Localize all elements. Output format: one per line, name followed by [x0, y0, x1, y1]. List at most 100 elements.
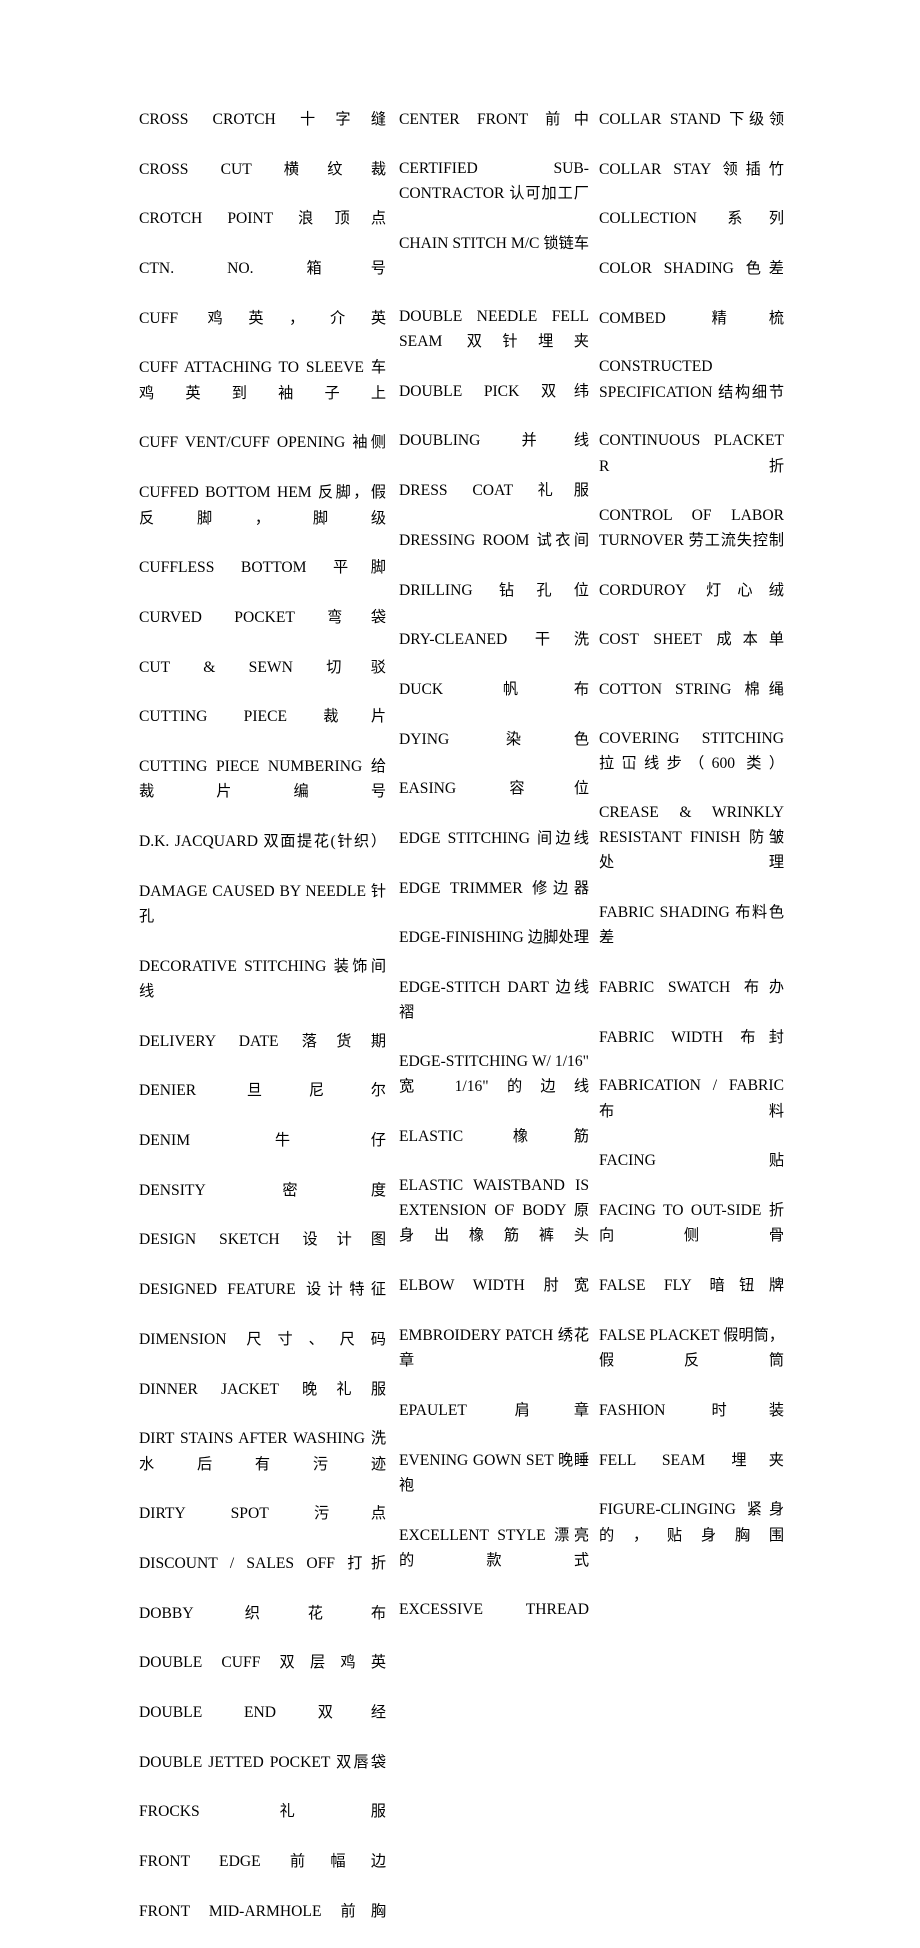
- chinese-gloss: 袖侧: [352, 433, 386, 452]
- chinese-gloss: 绣花章: [399, 1325, 589, 1370]
- chinese-gloss: 成本单: [716, 630, 785, 649]
- glossary-entry: COLLAR STAND 下级领: [599, 110, 784, 128]
- glossary-entry: EMBROIDERY PATCH 绣花章: [399, 1325, 589, 1370]
- glossary-entry: DOUBLING 并线: [399, 431, 590, 450]
- chinese-gloss: 落货期: [301, 1031, 386, 1050]
- chinese-gloss: 橡筋: [512, 1127, 589, 1146]
- glossary-entry: FRONT MID-ARMHOLE 前胸: [139, 1901, 386, 1920]
- chinese-gloss: 设计特征: [306, 1280, 387, 1299]
- glossary-entry: EXCESSIVE THREAD: [399, 1600, 589, 1618]
- chinese-gloss: 前幅边: [289, 1852, 386, 1871]
- chinese-gloss: 结构细节: [718, 382, 785, 401]
- chinese-gloss: 修边器: [532, 878, 589, 897]
- glossary-entry: FALSE FLY 暗钮牌: [599, 1276, 784, 1295]
- chinese-gloss: 旦尼尔: [246, 1081, 386, 1100]
- chinese-gloss: 双层鸡英: [279, 1653, 387, 1672]
- chinese-gloss: 织花布: [244, 1603, 386, 1622]
- glossary-entry: DOUBLE JETTED POCKET 双唇袋: [139, 1752, 386, 1771]
- glossary-entry: DIRTY SPOT 污点: [139, 1504, 387, 1523]
- glossary-entry: D.K. JACQUARD 双面提花(针织）: [139, 831, 387, 850]
- glossary-entry: CURVED POCKET 弯袋: [139, 607, 386, 626]
- chinese-gloss: 双纬: [540, 381, 589, 400]
- glossary-entry: DOUBLE NEEDLE FELL SEAM 双针埋夹: [399, 307, 589, 351]
- glossary-entry: ELASTIC WAISTBAND IS EXTENSION OF BODY 原…: [399, 1176, 589, 1245]
- chinese-gloss: 时装: [711, 1400, 785, 1419]
- chinese-gloss: 晚睡袍: [399, 1450, 589, 1494]
- chinese-gloss: 装饰间线: [139, 956, 387, 1001]
- chinese-gloss: 礼服: [279, 1802, 386, 1821]
- chinese-gloss: 贴: [768, 1151, 784, 1170]
- chinese-gloss: 双经: [317, 1703, 386, 1721]
- glossary-entry: CUFF VENT/CUFF OPENING 袖侧: [139, 433, 386, 452]
- glossary-entry: EASING 容位: [399, 779, 590, 798]
- chinese-gloss: 污点: [314, 1504, 387, 1523]
- glossary-entry: COVERING STITCHING 拉冚线步（600 类）: [599, 729, 785, 772]
- glossary-entry: DRY-CLEANED 干洗: [399, 630, 589, 649]
- chinese-gloss: 下级领: [729, 110, 784, 128]
- glossary-entry: DYING 染色: [399, 729, 590, 748]
- chinese-gloss: 色差: [745, 259, 784, 278]
- glossary-entry: ELASTIC 橡筋: [399, 1127, 589, 1146]
- glossary-entry: DENIM 牛仔: [139, 1131, 386, 1150]
- glossary-entry: COLLAR STAY 领插竹: [599, 159, 784, 178]
- chinese-gloss: 拉冚线步（: [599, 753, 712, 772]
- glossary-entry: DIRT STAINS AFTER WASHING 洗水后有污迹: [139, 1429, 386, 1473]
- chinese-gloss: 染色: [505, 729, 590, 748]
- glossary-entry: DRILLING 钻孔位: [399, 580, 589, 599]
- glossary-entry: CUFF ATTACHING TO SLEEVE 车鸡英到袖子上: [139, 358, 386, 402]
- chinese-gloss: 车鸡英到袖子上: [139, 358, 386, 402]
- chinese-gloss: 双唇袋: [336, 1752, 386, 1771]
- chinese-gloss: 埋夹: [731, 1450, 784, 1469]
- glossary-entry: CUTTING PIECE 裁片: [139, 707, 386, 726]
- chinese-gloss: 布料: [599, 1101, 784, 1120]
- glossary-entry: COTTON STRING 棉绳: [599, 679, 784, 698]
- document-page: CROSS CROTCH 十字缝 CROSS CUT 横纹裁 CROTCH POIN…: [0, 0, 920, 1920]
- glossary-entry: ELBOW WIDTH 肘宽: [399, 1276, 589, 1295]
- chinese-gloss: 反脚，假反脚，脚级: [139, 483, 387, 527]
- glossary-entry: CONSTRUCTED SPECIFICATION 结构细节: [599, 358, 785, 401]
- glossary-entry: DOUBLE END 双经: [139, 1703, 386, 1721]
- glossary-entry: EXCELLENT STYLE 漂亮的款式: [399, 1525, 590, 1569]
- chinese-gloss: 防皱处理: [599, 827, 784, 872]
- chinese-gloss: 原身出橡筋裤头: [399, 1201, 589, 1245]
- glossary-entry: CERTIFIED SUB-CONTRACTOR 认可加工厂: [399, 159, 589, 203]
- glossary-entry: FACING 贴: [599, 1151, 784, 1170]
- chinese-gloss: 容位: [509, 779, 590, 798]
- chinese-gloss: 间边线: [537, 828, 589, 847]
- glossary-entry: CROSS CROTCH 十字缝: [139, 110, 386, 128]
- glossary-column-2: CENTER FRONT 前中 CERTIFIED SUB-CONTRACTOR …: [399, 107, 589, 1646]
- glossary-entry: COMBED 精梳: [599, 308, 784, 327]
- glossary-entry: EDGE TRIMMER 修边器: [399, 878, 589, 897]
- chinese-gloss: 布封: [740, 1027, 784, 1046]
- chinese-gloss: 十字缝: [299, 110, 386, 128]
- glossary-entry: DOUBLE CUFF 双层鸡英: [139, 1653, 387, 1672]
- chinese-gloss: 帆布: [502, 679, 589, 698]
- chinese-gloss: 箱号: [306, 259, 386, 278]
- glossary-entry: EDGE-FINISHING 边脚处理: [399, 928, 590, 947]
- glossary-entry: CENTER FRONT 前中: [399, 110, 589, 128]
- chinese-gloss: 棉绳: [744, 679, 784, 698]
- chinese-gloss: 浪顶点: [298, 209, 386, 228]
- glossary-entry: CHAIN STITCH M/C 锁链车: [399, 233, 590, 252]
- chinese-gloss: 礼服: [537, 481, 589, 500]
- chinese-gloss: 紧身的，贴身胸围: [599, 1500, 785, 1544]
- glossary-entry: FABRIC SWATCH 布办: [599, 978, 785, 997]
- glossary-entry: DESIGNED FEATURE 设计特征: [139, 1280, 387, 1299]
- glossary-entry: FACING TO OUT-SIDE 折向侧骨: [599, 1201, 784, 1245]
- glossary-column-3: COLLAR STAND 下级领 COLLAR STAY 领插竹 COLLECTIO…: [599, 107, 784, 1572]
- chinese-gloss: 干洗: [534, 630, 589, 649]
- chinese-gloss: 鸡英，介英: [207, 308, 387, 327]
- chinese-gloss: 边线褶: [399, 978, 590, 1022]
- glossary-entry: CUFFLESS BOTTOM 平脚: [139, 558, 386, 577]
- chinese-gloss: 牛仔: [274, 1131, 386, 1150]
- glossary-entry: FELL SEAM 埋夹: [599, 1450, 784, 1469]
- glossary-entry: CONTROL OF LABOR TURNOVER 劳工流失控制: [599, 506, 785, 549]
- chinese-gloss: 针孔: [139, 881, 386, 925]
- chinese-gloss: 系列: [727, 209, 784, 228]
- chinese-gloss: 前中: [545, 110, 589, 128]
- glossary-entry: CROTCH POINT 浪顶点: [139, 209, 386, 228]
- glossary-entry: FASHION 时装: [599, 1400, 785, 1419]
- glossary-entry: EVENING GOWN SET 晚睡袍: [399, 1450, 589, 1494]
- chinese-gloss: 横纹裁: [283, 159, 386, 178]
- chinese-gloss: 弯袋: [327, 607, 386, 626]
